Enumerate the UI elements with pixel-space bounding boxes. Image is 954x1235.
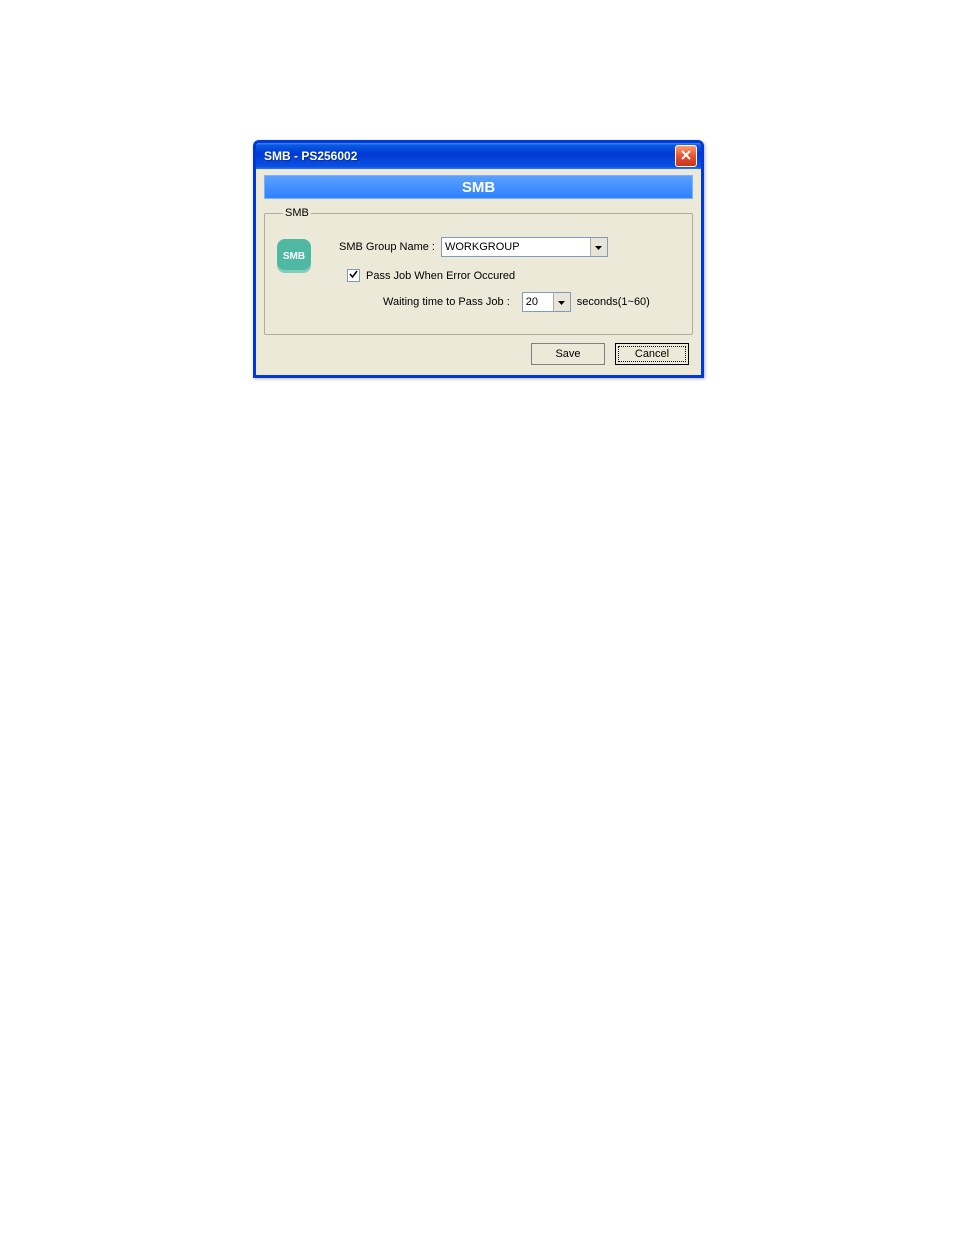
pass-job-label: Pass Job When Error Occured: [366, 270, 515, 282]
wait-suffix: seconds(1~60): [577, 296, 650, 308]
wait-dropdown[interactable]: [553, 293, 570, 311]
wait-label: Waiting time to Pass Job :: [383, 296, 510, 308]
smb-icon: SMB: [277, 239, 311, 273]
checkmark-icon: [349, 270, 358, 282]
chevron-down-icon: [558, 296, 565, 308]
group-name-input[interactable]: [442, 238, 590, 256]
group-name-label: SMB Group Name :: [339, 241, 435, 253]
dialog-content: SMB SMB SMB SMB Group Name :: [256, 169, 701, 375]
save-button[interactable]: Save: [531, 343, 605, 365]
group-name-combo[interactable]: [441, 237, 608, 257]
pass-job-checkbox[interactable]: [347, 269, 360, 282]
smb-groupbox: SMB SMB SMB Group Name :: [264, 207, 693, 335]
wait-input[interactable]: [523, 293, 553, 311]
close-button[interactable]: [675, 145, 697, 167]
group-name-dropdown[interactable]: [590, 238, 607, 256]
button-row: Save Cancel: [264, 343, 693, 365]
chevron-down-icon: [595, 241, 602, 253]
heading: SMB: [264, 175, 693, 199]
titlebar[interactable]: SMB - PS256002: [256, 143, 701, 169]
cancel-button[interactable]: Cancel: [615, 343, 689, 365]
smb-dialog: SMB - PS256002 SMB SMB SMB SMB Group Nam…: [253, 140, 704, 378]
groupbox-legend: SMB: [283, 207, 311, 219]
wait-combo[interactable]: [522, 292, 571, 312]
close-icon: [681, 149, 691, 163]
window-title: SMB - PS256002: [264, 149, 357, 163]
